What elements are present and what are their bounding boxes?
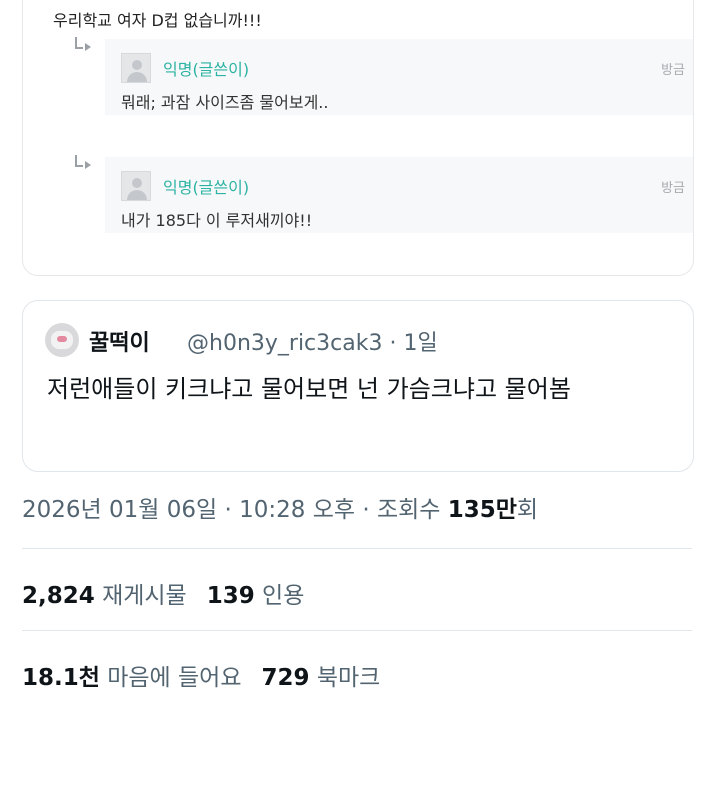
bookmarks-count: 729 [261,665,310,691]
reply-text: 내가 185다 이 루저새끼야!! [121,211,313,230]
anonymous-avatar-icon [121,171,151,201]
quote-handle-line: @h0n3y_ric3cak3 · 1일 [187,325,438,357]
like-stats-row: 18.1천 마음에 들어요 729 북마크 [22,658,380,692]
quotes-label: 인용 [262,583,305,609]
repost-stats-row: 2,824 재게시물 139 인용 [22,576,304,610]
avatar[interactable] [45,323,79,357]
quote-display-name[interactable]: 꿀떡이 [89,325,150,357]
divider [22,630,692,631]
embedded-image-card[interactable]: 우리학교 여자 D컵 없습니까!!! 익명(글쓴이) 방금 뭐래; 과잠 사이즈… [22,0,694,276]
likes-label: 마음에 들어요 [107,665,242,691]
quote-time[interactable]: 1일 [403,331,437,356]
anonymous-avatar-icon [121,53,151,83]
embedded-reply: 익명(글쓴이) 방금 뭐래; 과잠 사이즈좀 물어보게.. [105,39,693,115]
reply-time: 방금 [661,181,685,196]
tweet-detail-screen: 우리학교 여자 D컵 없습니까!!! 익명(글쓴이) 방금 뭐래; 과잠 사이즈… [0,0,714,801]
quotes-link[interactable]: 139 인용 [207,583,305,609]
reply-author: 익명(글쓴이) [163,178,250,197]
quote-tweet-card[interactable]: 꿀떡이 @h0n3y_ric3cak3 · 1일 저런애들이 키크냐고 물어보면… [22,300,694,472]
likes-count: 18.1천 [22,665,100,691]
reply-arrow-icon [75,155,91,169]
embedded-reply: 익명(글쓴이) 방금 내가 185다 이 루저새끼야!! [105,157,693,233]
bookmarks-link[interactable]: 729 북마크 [262,665,381,691]
tweet-datetime[interactable]: 2026년 01월 06일 · 10:28 오후 · 조회수 [22,497,448,523]
divider [22,548,692,549]
separator-dot: · [389,331,397,356]
likes-link[interactable]: 18.1천 마음에 들어요 [22,665,242,691]
reply-time: 방금 [661,63,685,78]
quote-text: 저런애들이 키크냐고 물어보면 넌 가슴크냐고 물어봄 [47,375,571,403]
reply-arrow-icon [75,37,91,51]
embedded-post-text: 우리학교 여자 D컵 없습니까!!! [53,11,262,30]
reposts-link[interactable]: 2,824 재게시물 [22,583,187,609]
reposts-label: 재게시물 [102,583,187,609]
reply-text: 뭐래; 과잠 사이즈좀 물어보게.. [121,93,329,112]
views-count: 135만 [447,497,517,523]
quotes-count: 139 [206,583,255,609]
reply-author: 익명(글쓴이) [163,60,250,79]
views-suffix: 회 [516,497,539,523]
quote-handle[interactable]: @h0n3y_ric3cak3 [187,331,382,356]
reposts-count: 2,824 [22,583,95,609]
tweet-meta: 2026년 01월 06일 · 10:28 오후 · 조회수 135만회 [22,490,538,524]
bookmarks-label: 북마크 [316,665,381,691]
